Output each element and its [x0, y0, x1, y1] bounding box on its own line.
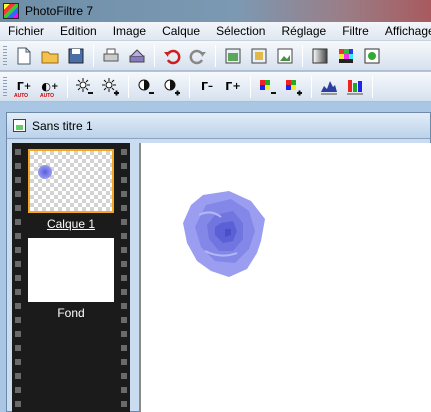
- rose-image: [183, 191, 265, 277]
- toolbar-separator: [302, 44, 303, 67]
- toolbar-separator: [128, 75, 129, 98]
- redo-icon[interactable]: [185, 44, 211, 68]
- layers-panel: Calque 1 Fond: [12, 143, 130, 412]
- layer-thumbnail[interactable]: [28, 149, 114, 213]
- contrast-auto-label: ◐: [41, 80, 52, 93]
- toolbar-separator: [189, 75, 190, 98]
- toolbar-separator: [154, 44, 155, 67]
- title-bar: PhotoFiltre 7: [0, 0, 431, 22]
- gamma-auto-icon[interactable]: Γ + AUTO: [11, 75, 37, 99]
- layer-thumbnail[interactable]: [28, 238, 114, 302]
- gamma-minus-icon[interactable]: Γ –: [194, 75, 220, 99]
- layer-label[interactable]: Calque 1: [28, 217, 114, 231]
- toolbar-separator: [250, 75, 251, 98]
- saturation-minus-icon[interactable]: [255, 75, 281, 99]
- image-canvas[interactable]: [139, 143, 431, 412]
- window-title: PhotoFiltre 7: [25, 4, 94, 18]
- toolbar-separator: [67, 75, 68, 98]
- toolbar-separator: [93, 44, 94, 67]
- toolbar-separator: [372, 75, 373, 98]
- auto-caption: AUTO: [40, 92, 55, 99]
- toolbar-grip[interactable]: [3, 45, 7, 66]
- undo-icon[interactable]: [159, 44, 185, 68]
- menu-filtre[interactable]: Filtre: [334, 24, 377, 38]
- menu-calque[interactable]: Calque: [154, 24, 208, 38]
- toolbar-separator: [311, 75, 312, 98]
- saturation-plus-icon[interactable]: [281, 75, 307, 99]
- menu-edition[interactable]: Edition: [52, 24, 105, 38]
- menu-selection[interactable]: Sélection: [208, 24, 273, 38]
- main-toolbar: [0, 41, 431, 71]
- filter-toolbar: Γ + AUTO ◐ + AUTO Γ – Γ +: [0, 72, 431, 102]
- document-window: Sans titre 1 Calque 1 Fond: [6, 112, 431, 412]
- canvas-size-icon[interactable]: [246, 44, 272, 68]
- brightness-minus-icon[interactable]: [72, 75, 98, 99]
- color-balance-icon[interactable]: [342, 75, 368, 99]
- menu-bar: Fichier Edition Image Calque Sélection R…: [0, 22, 431, 41]
- gamma-auto-label: Γ: [16, 80, 24, 93]
- layer-item-fond[interactable]: Fond: [28, 238, 114, 320]
- menu-fichier[interactable]: Fichier: [0, 24, 52, 38]
- fit-image-icon[interactable]: [272, 44, 298, 68]
- contrast-auto-icon[interactable]: ◐ + AUTO: [37, 75, 63, 99]
- gamma-plus-icon[interactable]: Γ +: [220, 75, 246, 99]
- contrast-plus-icon[interactable]: [159, 75, 185, 99]
- open-folder-icon[interactable]: [37, 44, 63, 68]
- filmstrip-holes: [121, 143, 127, 412]
- gamma-label: Γ: [225, 80, 233, 93]
- document-title-bar[interactable]: Sans titre 1: [7, 113, 430, 139]
- filmstrip-holes: [15, 143, 21, 412]
- color-palette-icon[interactable]: [333, 44, 359, 68]
- save-icon[interactable]: [63, 44, 89, 68]
- toolbar-separator: [215, 44, 216, 67]
- menu-reglage[interactable]: Réglage: [273, 24, 334, 38]
- app-icon: [3, 3, 19, 19]
- auto-caption: AUTO: [14, 92, 29, 99]
- document-title: Sans titre 1: [32, 118, 93, 133]
- histogram-icon[interactable]: [316, 75, 342, 99]
- gamma-label: Γ: [200, 80, 208, 93]
- scan-icon[interactable]: [124, 44, 150, 68]
- document-icon: [13, 119, 26, 132]
- new-file-icon[interactable]: [11, 44, 37, 68]
- hand-icon[interactable]: [359, 44, 385, 68]
- layer-label[interactable]: Fond: [28, 306, 114, 320]
- menu-affichage[interactable]: Affichage: [377, 24, 431, 38]
- gradient-icon[interactable]: [307, 44, 333, 68]
- menu-image[interactable]: Image: [105, 24, 154, 38]
- contrast-minus-icon[interactable]: [133, 75, 159, 99]
- toolbar-grip[interactable]: [3, 76, 7, 97]
- layer-item-calque-1[interactable]: Calque 1: [28, 149, 114, 231]
- image-size-icon[interactable]: [220, 44, 246, 68]
- brightness-plus-icon[interactable]: [98, 75, 124, 99]
- rose-thumbnail: [38, 165, 52, 179]
- print-icon[interactable]: [98, 44, 124, 68]
